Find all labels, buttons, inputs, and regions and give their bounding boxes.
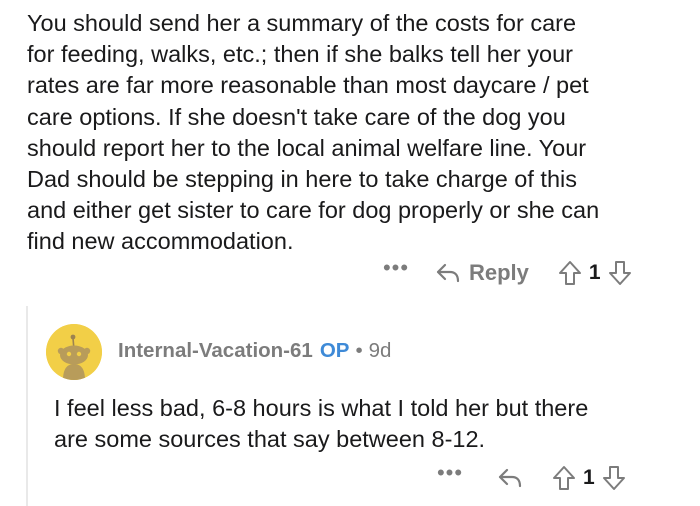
comment-line: Dad should be stepping in here to take c… bbox=[27, 166, 578, 193]
avatar[interactable] bbox=[46, 324, 102, 380]
upvote-arrow-icon bbox=[558, 261, 581, 285]
comment-line: rates are far more reasonable than most … bbox=[27, 72, 589, 99]
comment-line: You should send her a summary of the cos… bbox=[27, 10, 577, 36]
comment-line: care options. If she doesn't take care o… bbox=[27, 103, 566, 130]
reply-comment-body: I feel less bad, 6-8 hours is what I tol… bbox=[54, 393, 684, 455]
more-options-button[interactable]: ••• bbox=[381, 255, 411, 288]
reddit-snoo-avatar bbox=[46, 324, 102, 380]
upvote-arrow-icon bbox=[553, 466, 575, 490]
comment-line: find new accommodation. bbox=[27, 228, 294, 255]
downvote-arrow-icon bbox=[602, 466, 625, 490]
upvote-button[interactable] bbox=[551, 464, 577, 492]
op-badge: OP bbox=[319, 339, 350, 362]
vote-count: 1 bbox=[588, 261, 601, 284]
reply-arrow-icon bbox=[498, 468, 522, 488]
parent-comment-body: You should send her a summary of the cos… bbox=[27, 8, 687, 258]
reply-arrow-icon bbox=[436, 263, 460, 283]
vote-count: 1 bbox=[583, 466, 595, 489]
ellipsis-icon: ••• bbox=[382, 255, 410, 280]
reply-comment-header: Internal-Vacation-61 OP • 9d bbox=[118, 336, 391, 366]
comment-line: and either get sister to care for dog pr… bbox=[27, 197, 600, 224]
reply-button[interactable]: Reply bbox=[435, 260, 529, 286]
vote-controls: 1 bbox=[557, 259, 633, 287]
downvote-button[interactable] bbox=[607, 259, 633, 287]
parent-comment-actions: ••• Reply 1 bbox=[381, 255, 633, 288]
username-link[interactable]: Internal-Vacation-61 bbox=[118, 339, 313, 363]
thread-line[interactable] bbox=[26, 306, 28, 506]
downvote-arrow-icon bbox=[608, 261, 631, 285]
comment-line: should report her to the local animal we… bbox=[27, 134, 587, 161]
reply-button[interactable] bbox=[497, 467, 523, 489]
comment-line: I feel less bad, 6-8 hours is what I tol… bbox=[54, 395, 589, 421]
separator-dot: • bbox=[355, 339, 363, 362]
reply-button-label: Reply bbox=[469, 260, 529, 285]
reply-comment-actions: ••• 1 bbox=[435, 460, 627, 493]
comment-age: 9d bbox=[368, 339, 392, 362]
upvote-button[interactable] bbox=[557, 259, 583, 287]
ellipsis-icon: ••• bbox=[436, 460, 464, 485]
vote-controls: 1 bbox=[551, 464, 627, 492]
comment-line: are some sources that say between 8-12. bbox=[54, 426, 486, 453]
downvote-button[interactable] bbox=[601, 464, 627, 492]
more-options-button[interactable]: ••• bbox=[435, 460, 465, 493]
comment-line: for feeding, walks, etc.; then if she ba… bbox=[27, 41, 573, 68]
